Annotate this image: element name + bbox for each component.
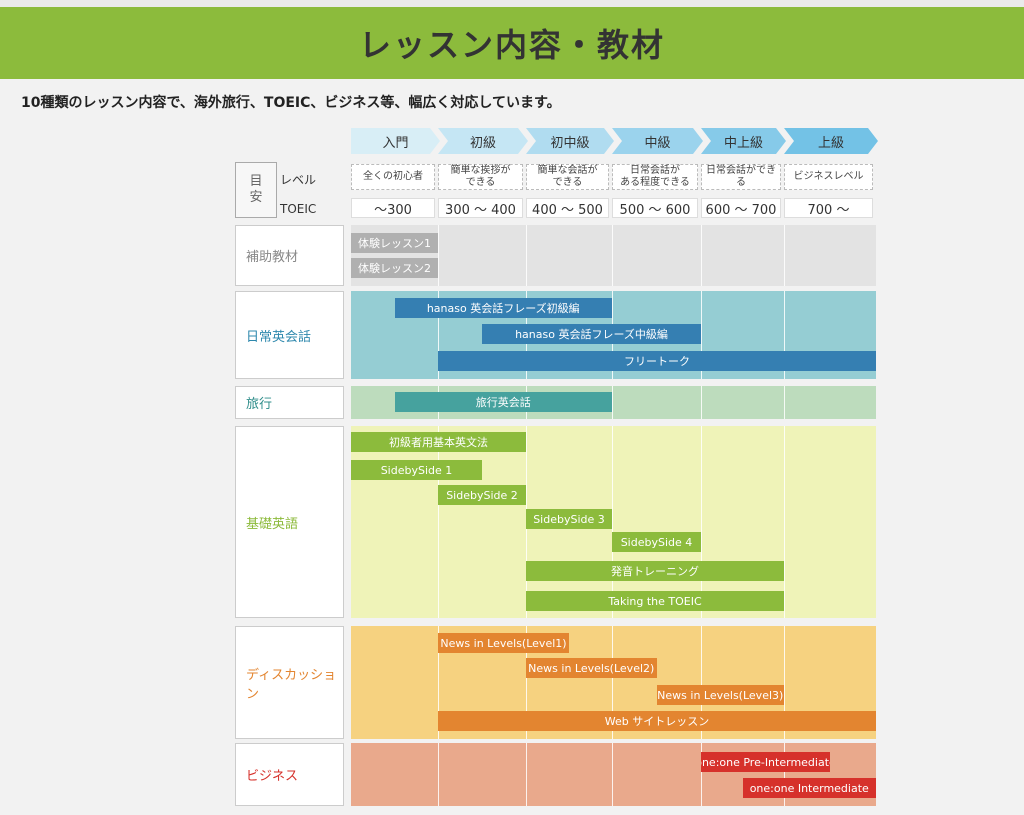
material-bar: 体験レッスン1 [351, 233, 438, 253]
material-bar: one:one Pre-Intermediate [701, 752, 830, 772]
material-bar: Web サイトレッスン [438, 711, 876, 731]
level-arrow: 初級 [438, 128, 528, 154]
category-label: 旅行 [235, 386, 344, 419]
toeic-range: 300 ～ 400 [438, 198, 523, 218]
toeic-range: 500 ～ 600 [612, 198, 698, 218]
material-bar: 発音トレーニング [526, 561, 784, 581]
category-label: ビジネス [235, 743, 344, 806]
material-bar: SidebySide 4 [612, 532, 701, 552]
toeic-range: 700 ～ [784, 198, 873, 218]
material-bar: SidebySide 2 [438, 485, 526, 505]
meyasu-char: 目 [249, 174, 263, 189]
column-divider [701, 386, 702, 419]
column-divider [784, 426, 785, 618]
toeic-range: ～300 [351, 198, 435, 218]
material-bar: hanaso 英会話フレーズ初級編 [394, 298, 612, 318]
material-bar: Taking the TOEIC [526, 591, 784, 611]
material-bar: SidebySide 1 [351, 460, 482, 480]
level-description: 簡単な挨拶が できる [438, 164, 523, 190]
level-description: 日常会話が ある程度できる [612, 164, 698, 190]
column-divider [438, 225, 439, 286]
level-arrow: 初中級 [526, 128, 614, 154]
column-divider [612, 225, 613, 286]
material-bar: 初級者用基本英文法 [351, 432, 526, 452]
column-divider [526, 225, 527, 286]
material-bar: hanaso 英会話フレーズ中級編 [482, 324, 701, 344]
material-bar: SidebySide 3 [526, 509, 612, 529]
meyasu-char: 安 [249, 190, 263, 205]
toeic-range: 600 ～ 700 [701, 198, 781, 218]
level-description: ビジネスレベル [784, 164, 873, 190]
level-arrow: 上級 [784, 128, 878, 154]
level-arrow: 入門 [351, 128, 440, 154]
material-bar: フリートーク [438, 351, 876, 371]
level-arrow: 中上級 [701, 128, 786, 154]
level-description: 日常会話ができる [701, 164, 781, 190]
column-divider [612, 426, 613, 618]
level-description: 全くの初心者 [351, 164, 435, 190]
column-divider [701, 225, 702, 286]
category-label: 日常英会話 [235, 291, 344, 379]
column-divider [612, 386, 613, 419]
toeic-row-label: TOEIC [280, 202, 317, 216]
column-divider [784, 386, 785, 419]
column-divider [438, 426, 439, 618]
column-divider [438, 743, 439, 806]
category-band [351, 426, 876, 618]
material-bar: 体験レッスン2 [351, 258, 438, 278]
column-divider [701, 426, 702, 618]
level-description: 簡単な会話が できる [526, 164, 609, 190]
material-bar: News in Levels(Level1) [438, 633, 569, 653]
material-bar: News in Levels(Level2) [526, 658, 657, 678]
column-divider [526, 743, 527, 806]
material-bar: 旅行英会話 [394, 392, 612, 412]
category-label: ディスカッション [235, 626, 344, 739]
category-label: 補助教材 [235, 225, 344, 286]
level-arrow: 中級 [612, 128, 703, 154]
toeic-range: 400 ～ 500 [526, 198, 609, 218]
meyasu-box: 目 安 [235, 162, 277, 218]
material-bar: one:one Intermediate [742, 778, 876, 798]
column-divider [784, 225, 785, 286]
level-row-label: レベル [280, 173, 317, 187]
category-label: 基礎英語 [235, 426, 344, 618]
material-bar: News in Levels(Level3) [656, 685, 784, 705]
lesson-chart: 目 安 レベル TOEIC 入門全くの初心者 ～300 初級簡単な挨拶が できる 300… [0, 0, 1024, 815]
column-divider [612, 743, 613, 806]
